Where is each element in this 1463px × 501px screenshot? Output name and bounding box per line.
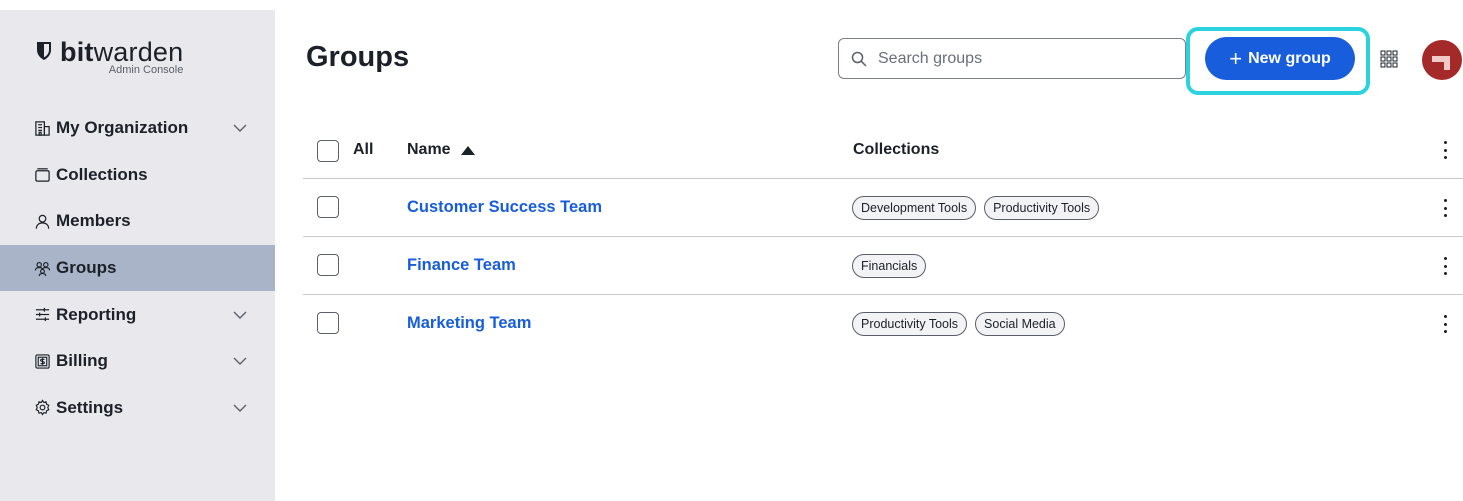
search-input[interactable] [878,49,1168,68]
sidebar-item-label: Groups [56,258,117,278]
chevron-down-icon[interactable] [232,310,248,320]
row-checkbox[interactable] [317,312,339,334]
row-options-menu[interactable] [1440,257,1450,275]
collection-badges: Financials [852,254,927,278]
group-name-link[interactable]: Customer Success Team [407,198,602,217]
sidebar-item-label: Members [56,211,131,231]
user-icon [33,212,51,230]
sidebar-item-settings[interactable]: Settings [0,385,275,432]
row-checkbox[interactable] [317,254,339,276]
name-column-label: Name [407,141,451,158]
brand-subtitle: Admin Console [108,64,184,76]
header-options-menu[interactable] [1440,141,1450,159]
avatar-mark [1444,56,1450,70]
sidebar-item-groups[interactable]: Groups [0,244,275,292]
collections-column-header: Collections [853,141,940,158]
sidebar-item-my-organization[interactable]: My Organization [0,105,275,152]
collection-badge: Productivity Tools [984,196,1100,220]
sliders-icon [33,306,51,324]
sidebar-nav: My Organization Collections Members Grou… [0,105,275,431]
groups-table: All Name Collections Customer Success Te… [303,120,1463,353]
chevron-down-icon[interactable] [232,403,248,413]
collection-badge: Financials [852,254,927,278]
sidebar: bitwarden Admin Console My Organization … [0,10,275,501]
group-name-link[interactable]: Finance Team [407,256,516,275]
row-options-menu[interactable] [1440,199,1450,217]
brand-name: bitwarden [60,37,184,67]
collection-badge: Social Media [975,312,1065,336]
collection-badge: Productivity Tools [852,312,968,336]
plus-icon: + [1229,45,1243,71]
app-switcher-icon[interactable] [1380,50,1398,68]
name-column-header[interactable]: Name [407,141,475,159]
sidebar-item-label: My Organization [56,118,189,138]
new-group-button[interactable]: + New group [1205,37,1355,80]
chevron-down-icon[interactable] [232,123,248,133]
new-group-label: New group [1248,49,1331,67]
users-icon [33,259,51,277]
page-title: Groups [306,41,410,73]
collection-badges: Productivity Tools Social Media [852,312,1065,336]
table-row: Finance Team Financials [303,237,1463,295]
table-header: All Name Collections [303,120,1463,179]
sort-ascending-icon [460,145,475,155]
row-checkbox[interactable] [317,196,339,218]
row-options-menu[interactable] [1440,315,1450,333]
sidebar-item-label: Collections [56,164,148,184]
sidebar-item-label: Settings [56,397,124,417]
table-row: Customer Success Team Development Tools … [303,179,1463,237]
brand-logo[interactable]: bitwarden Admin Console [36,38,183,76]
sidebar-item-label: Reporting [56,304,137,324]
sidebar-item-billing[interactable]: Billing [0,338,275,385]
collection-icon [33,166,51,184]
collection-badges: Development Tools Productivity Tools [852,196,1100,220]
select-all-checkbox[interactable] [317,140,339,162]
collection-badge: Development Tools [852,196,977,220]
billing-icon [33,352,51,370]
group-name-link[interactable]: Marketing Team [407,314,531,333]
select-all-label[interactable]: All [353,141,373,159]
table-row: Marketing Team Productivity Tools Social… [303,295,1463,353]
chevron-down-icon[interactable] [232,356,248,366]
shield-icon [37,42,51,60]
cog-icon [33,399,51,417]
avatar[interactable] [1422,40,1462,80]
sidebar-item-members[interactable]: Members [0,198,275,245]
building-icon [33,119,51,137]
sidebar-item-collections[interactable]: Collections [0,152,275,199]
search-field[interactable] [838,38,1186,79]
sidebar-item-label: Billing [56,351,108,371]
search-icon [851,51,867,67]
sidebar-item-reporting[interactable]: Reporting [0,291,275,338]
